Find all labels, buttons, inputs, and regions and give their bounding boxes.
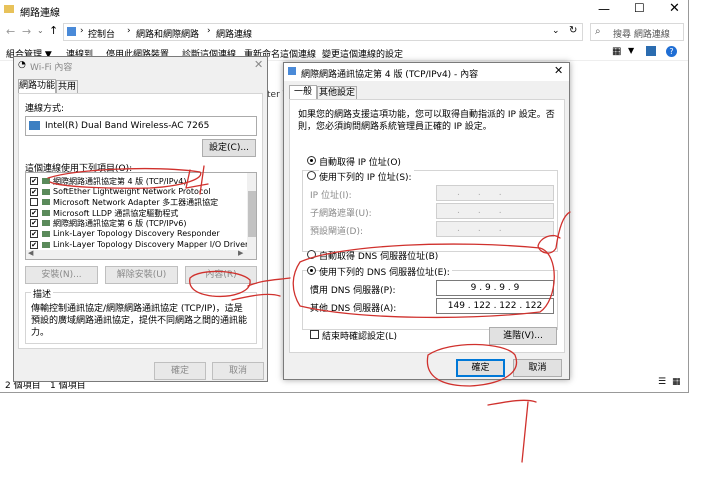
annotation-circle-dns <box>292 243 555 319</box>
annotation-arrow-to-dns <box>247 277 291 287</box>
annotation-circle-properties <box>189 270 251 298</box>
annotation-number-4 <box>185 165 209 195</box>
annotation-number-6 <box>537 211 571 254</box>
handwritten-annotations <box>47 165 571 463</box>
annotation-number-5 <box>231 293 281 301</box>
annotation-number-7 <box>487 399 537 463</box>
annotation-circle-ipv4 <box>47 167 202 189</box>
annotation-circle-ok <box>426 343 518 387</box>
